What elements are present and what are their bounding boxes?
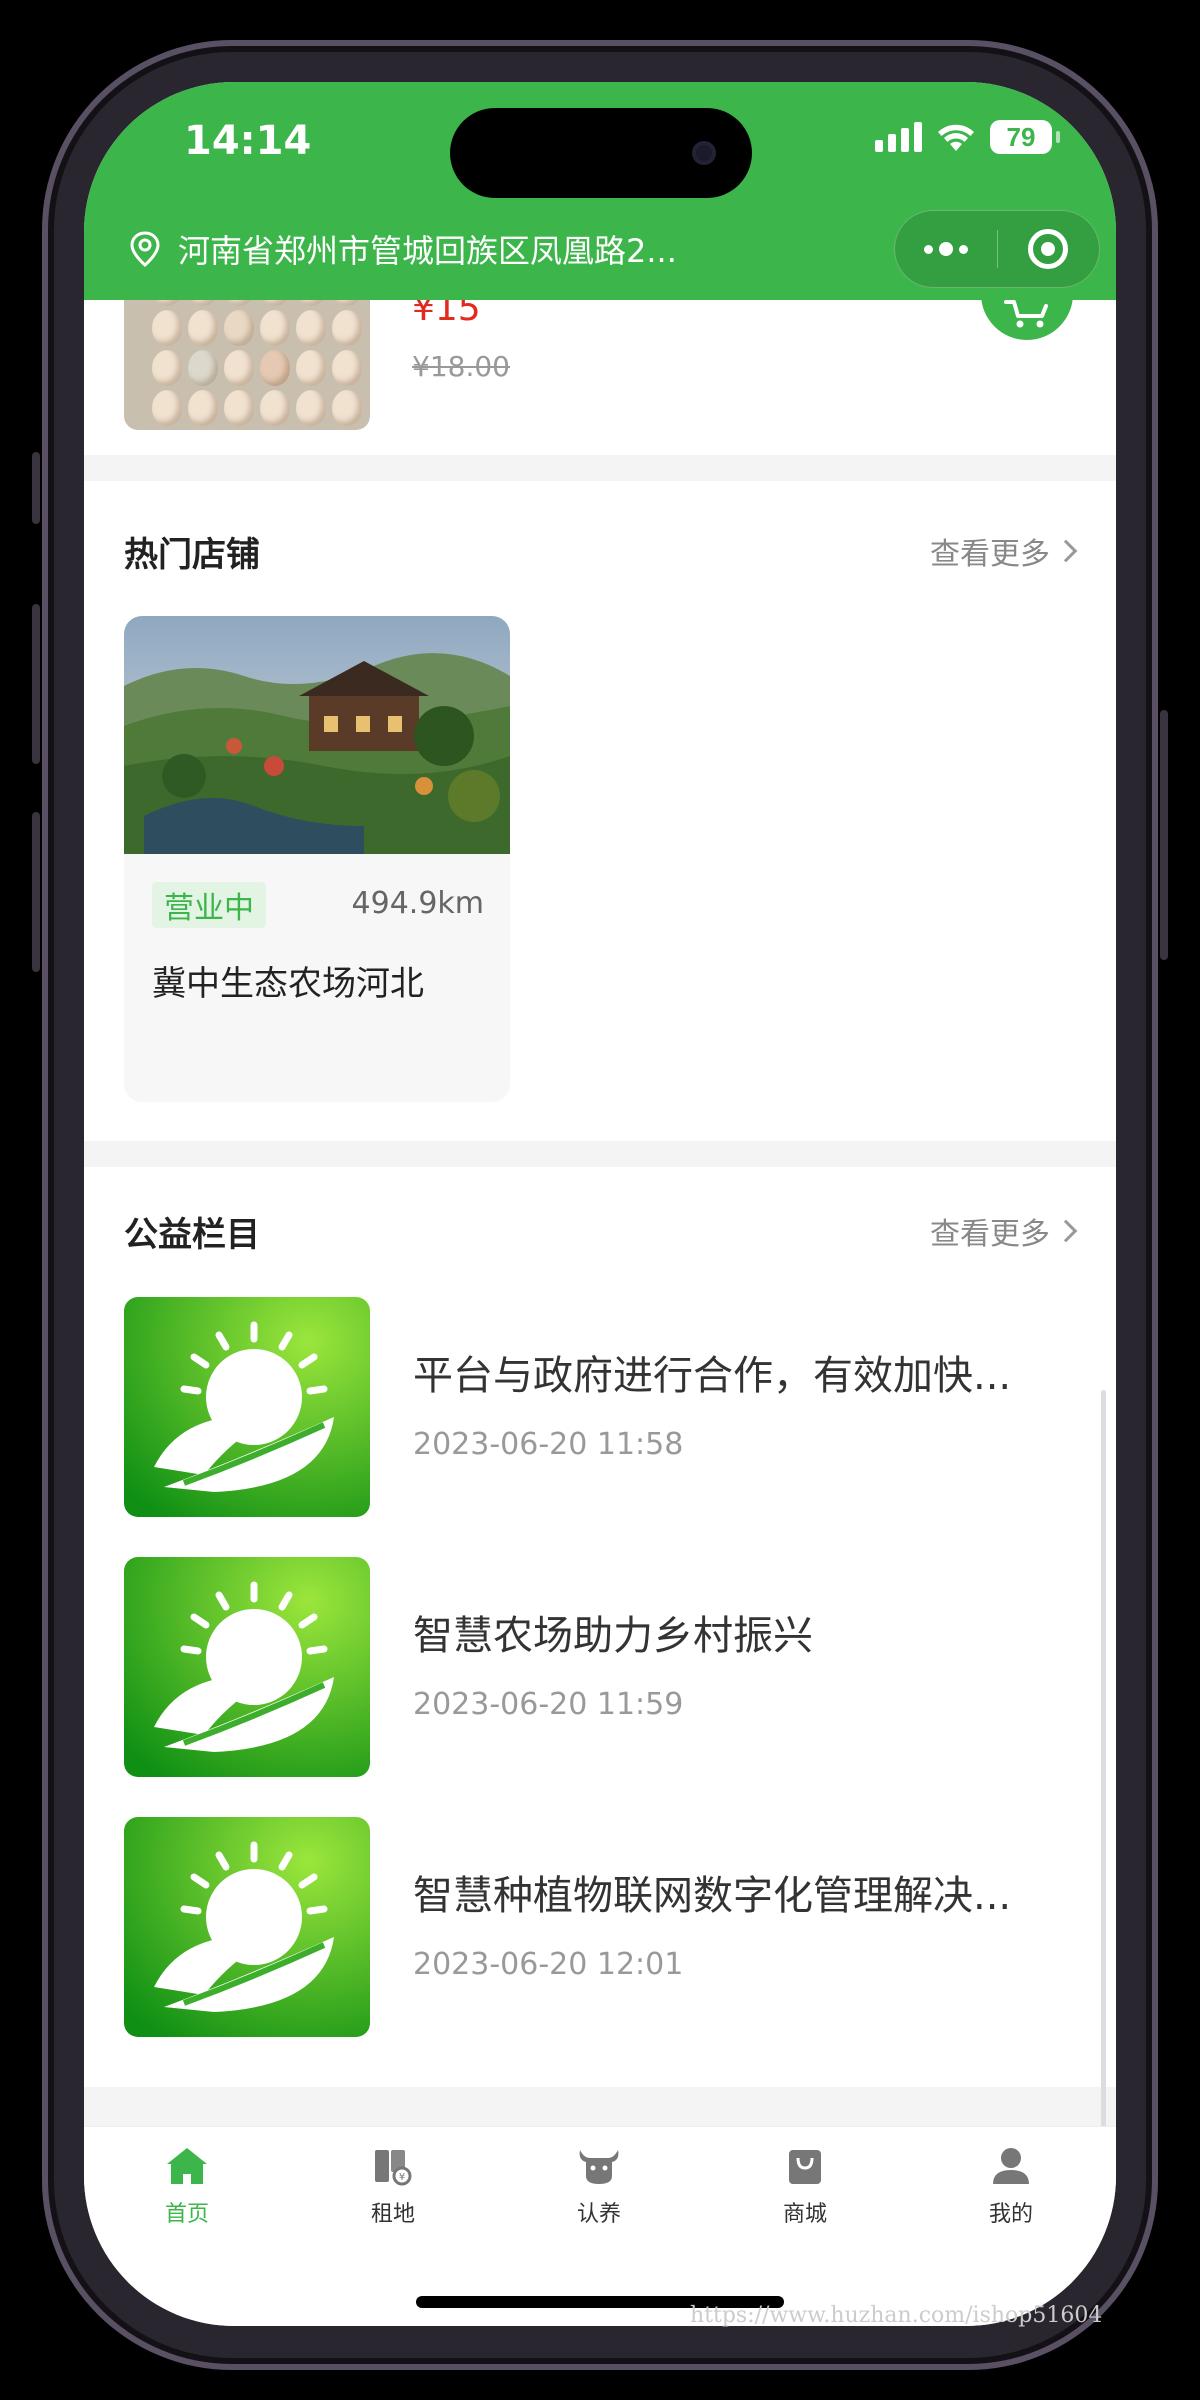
welfare-thumbnail	[124, 1817, 370, 2037]
home-icon	[167, 2148, 207, 2184]
see-more-stores-link[interactable]: 查看更多	[930, 529, 1078, 573]
dynamic-island	[450, 108, 752, 198]
land-icon: ¥	[375, 2150, 412, 2186]
welfare-item-title: 平台与政府进行合作，有效加快...	[413, 1353, 1012, 1399]
svg-text:¥: ¥	[399, 2172, 405, 2183]
wifi-icon	[938, 124, 974, 151]
welfare-thumbnail	[124, 1557, 370, 1777]
welfare-item-date: 2023-06-20 11:58	[413, 1427, 684, 1462]
target-icon	[1028, 229, 1069, 269]
miniprogram-capsule	[894, 210, 1100, 288]
tab-mall[interactable]: 商城	[702, 2127, 908, 2247]
chevron-right-icon	[1054, 539, 1078, 563]
store-distance: 494.9km	[351, 886, 484, 921]
welfare-list-item[interactable]: 平台与政府进行合作，有效加快... 2023-06-20 11:58	[124, 1297, 1074, 1517]
location-selector[interactable]: 河南省郑州市管城回族区凤凰路2...	[128, 226, 677, 272]
volume-down-button	[32, 812, 40, 972]
battery-indicator: 79	[990, 120, 1060, 154]
welfare-thumbnail	[124, 1297, 370, 1517]
welfare-item-date: 2023-06-20 11:59	[413, 1687, 684, 1722]
more-menu-button[interactable]	[895, 211, 997, 287]
store-card[interactable]: 营业中 494.9km 冀中生态农场河北	[124, 616, 510, 1102]
close-miniprogram-button[interactable]	[998, 211, 1100, 287]
product-original-price: ¥18.00	[412, 350, 510, 383]
watermark: https://www.huzhan.com/ishop51604	[690, 2303, 1103, 2328]
section-title-hot-stores: 热门店铺	[124, 535, 260, 575]
camera-icon	[692, 141, 716, 165]
welfare-list-item[interactable]: 智慧农场助力乡村振兴 2023-06-20 11:59	[124, 1557, 1074, 1777]
store-image	[124, 616, 510, 854]
welfare-item-title: 智慧农场助力乡村振兴	[413, 1613, 813, 1659]
cart-icon	[1004, 300, 1048, 328]
tab-mine[interactable]: 我的	[908, 2127, 1114, 2247]
tab-home[interactable]: 首页	[84, 2127, 290, 2247]
power-button	[1160, 710, 1168, 960]
header: 14:14 79 河南省郑州市管城回族区凤凰路2...	[84, 82, 1116, 300]
cow-icon	[579, 2150, 619, 2184]
action-button	[32, 452, 40, 524]
bottom-tab-bar: 首页 ¥ 租地 认养 商城 我的	[84, 2126, 1116, 2326]
product-card[interactable]: ¥15 ¥18.00	[84, 260, 1116, 455]
store-status-badge: 营业中	[152, 882, 266, 928]
user-icon	[993, 2148, 1029, 2184]
farm-logo-icon	[124, 1557, 370, 1777]
scrollbar[interactable]	[1101, 1390, 1106, 2200]
location-pin-icon	[130, 231, 160, 267]
farm-logo-icon	[124, 1297, 370, 1517]
welfare-list-item[interactable]: 智慧种植物联网数字化管理解决... 2023-06-20 12:01	[124, 1817, 1074, 2037]
phone-screen: 14:14 79 河南省郑州市管城回族区凤凰路2... ¥15 ¥18.00 热…	[84, 82, 1116, 2326]
store-name: 冀中生态农场河北	[152, 964, 424, 1004]
welfare-item-date: 2023-06-20 12:01	[413, 1947, 684, 1982]
main-content[interactable]: ¥15 ¥18.00 热门店铺 查看更多 营业中 494.9km 冀中生态农场河…	[84, 260, 1116, 2087]
welfare-item-title: 智慧种植物联网数字化管理解决...	[413, 1873, 1012, 1919]
tab-rent-land[interactable]: ¥ 租地	[290, 2127, 496, 2247]
status-time: 14:14	[184, 118, 312, 164]
welfare-section: 公益栏目 查看更多 平台与政府进行合作，有效加快... 2023-06-20 1…	[84, 1167, 1116, 2087]
see-more-welfare-link[interactable]: 查看更多	[930, 1209, 1078, 1253]
chevron-right-icon	[1054, 1219, 1078, 1243]
section-title-welfare: 公益栏目	[124, 1215, 260, 1255]
farm-logo-icon	[124, 1817, 370, 2037]
volume-up-button	[32, 604, 40, 764]
cellular-signal-icon	[875, 122, 922, 152]
status-indicators: 79	[875, 120, 1060, 154]
location-text: 河南省郑州市管城回族区凤凰路2...	[178, 232, 677, 270]
tab-adopt[interactable]: 认养	[496, 2127, 702, 2247]
shop-bag-icon	[789, 2150, 821, 2184]
hot-stores-section: 热门店铺 查看更多 营业中 494.9km 冀中生态农场河北	[84, 481, 1116, 1141]
